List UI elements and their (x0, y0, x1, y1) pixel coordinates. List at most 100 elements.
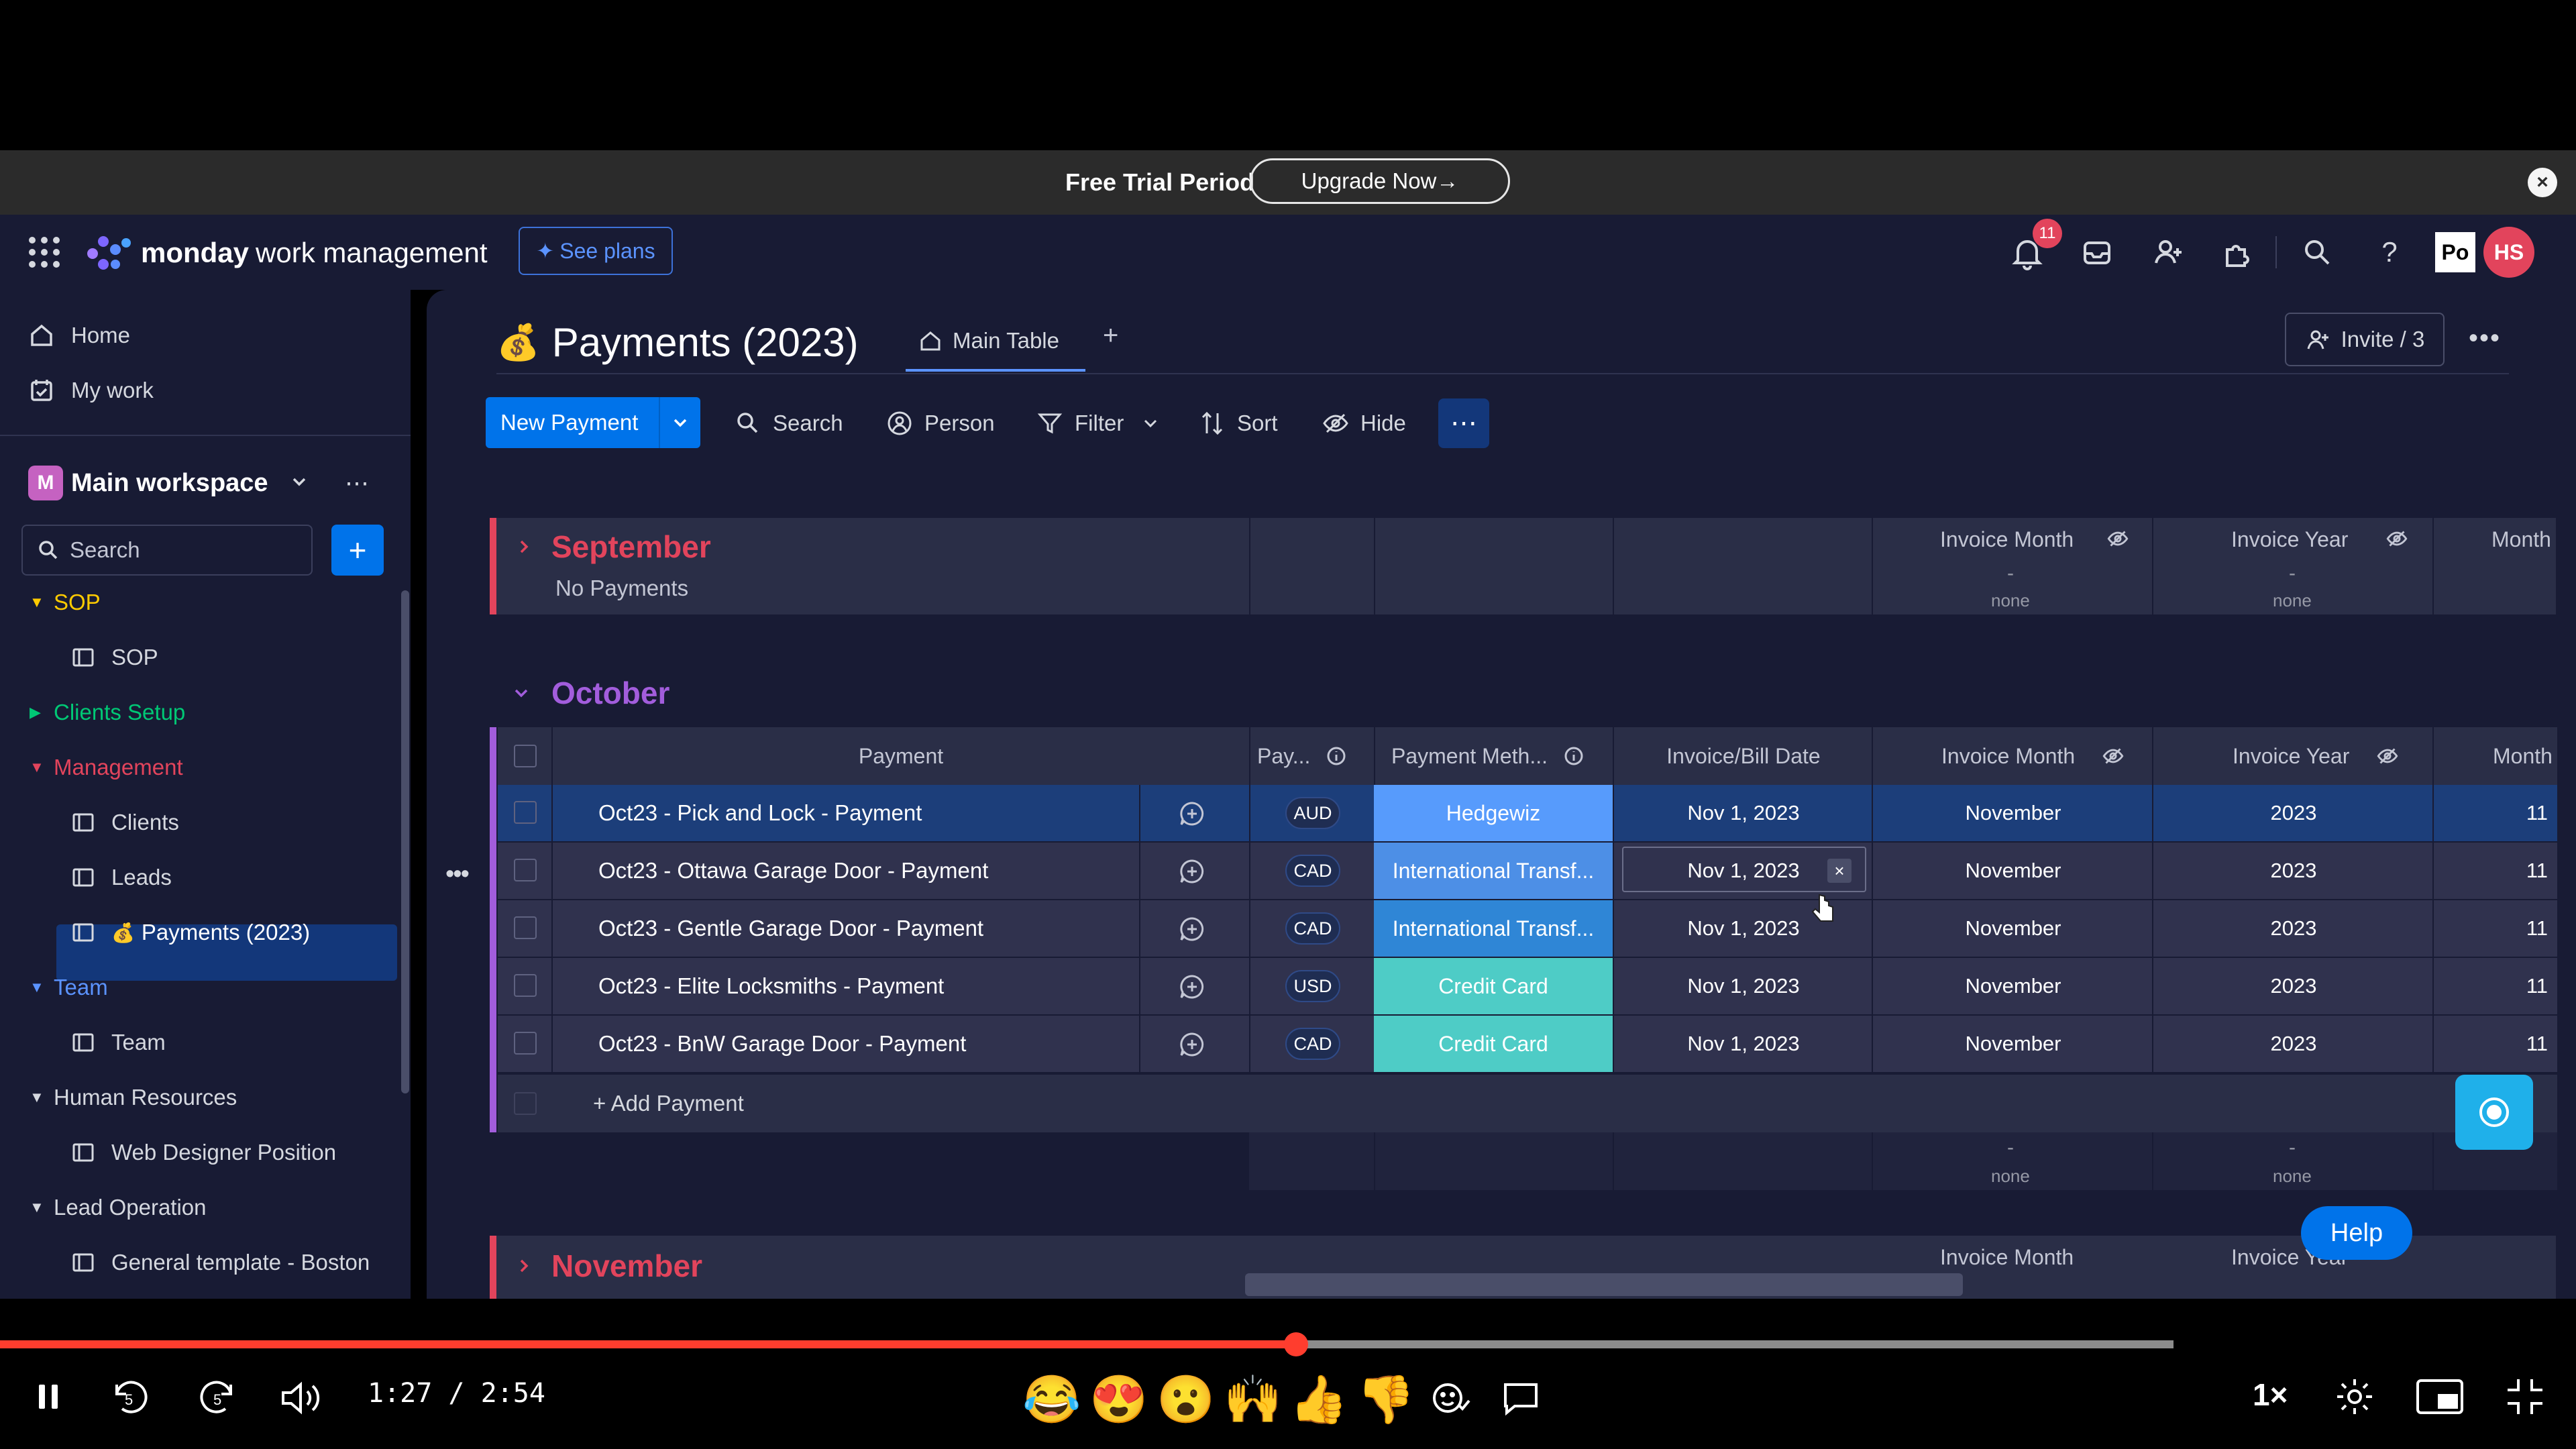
sidebar-item-my-work[interactable]: My work (27, 370, 154, 411)
add-update-icon[interactable] (1178, 1030, 1206, 1059)
add-item-button[interactable]: + (331, 525, 384, 576)
chevron-down-icon[interactable] (1140, 413, 1161, 434)
invoice-year[interactable]: 2023 (2152, 785, 2434, 841)
workspace-name[interactable]: Main workspace (71, 462, 268, 504)
row-checkbox[interactable] (514, 916, 537, 939)
col-header-month[interactable]: Month (2432, 727, 2557, 785)
group-title-november[interactable]: November (551, 1248, 702, 1284)
caret-down-icon[interactable]: ▼ (30, 594, 54, 611)
invoice-month[interactable]: November (1872, 958, 2153, 1014)
sidebar-folder[interactable]: ▼ Lead Operation (30, 1187, 207, 1228)
eye-off-icon[interactable] (2376, 745, 2399, 767)
horizontal-scrollbar[interactable] (1245, 1273, 1963, 1296)
currency-cell[interactable]: CAD (1249, 1016, 1375, 1072)
row-checkbox[interactable] (514, 974, 537, 997)
month-number[interactable]: 11 (2432, 785, 2557, 841)
playback-speed[interactable]: 1× (2253, 1377, 2288, 1413)
emoji-picker-icon[interactable] (1429, 1378, 1470, 1418)
col-header-invoice-month[interactable]: Invoice Month (1940, 527, 2074, 552)
search-icon[interactable] (2296, 231, 2339, 274)
forward-5-icon[interactable]: 5 (193, 1375, 240, 1419)
col-header-invoice-date[interactable]: Invoice/Bill Date (1613, 727, 1873, 785)
add-view-button[interactable]: + (1103, 321, 1118, 351)
group-title-september[interactable]: September (551, 529, 711, 565)
emoji-reaction[interactable]: 😮 (1157, 1373, 1215, 1428)
emoji-reaction[interactable]: 😂 (1022, 1373, 1081, 1428)
sidebar-folder[interactable]: ▼ Management (30, 747, 183, 788)
invite-button[interactable]: Invite / 3 (2285, 313, 2445, 366)
month-number[interactable]: 11 (2432, 843, 2557, 899)
emoji-reaction[interactable]: 👎 (1356, 1373, 1415, 1428)
col-header-invoice-year[interactable]: Invoice Year (2231, 527, 2348, 552)
invoice-year[interactable]: 2023 (2152, 1016, 2434, 1072)
eye-off-icon[interactable] (2102, 745, 2125, 767)
invoice-year[interactable]: 2023 (2152, 958, 2434, 1014)
invoice-month[interactable]: November (1872, 785, 2153, 841)
comment-icon[interactable] (1500, 1378, 1542, 1418)
emoji-reaction[interactable]: 👍 (1289, 1373, 1348, 1428)
col-header-pay[interactable]: Pay... (1249, 727, 1374, 785)
caret-down-icon[interactable]: ▼ (30, 979, 54, 996)
currency-cell[interactable]: USD (1249, 958, 1375, 1014)
month-number[interactable]: 11 (2432, 900, 2557, 957)
help-button[interactable]: Help (2301, 1206, 2412, 1260)
payment-method-status[interactable]: International Transf... (1374, 843, 1613, 899)
help-icon[interactable]: ? (2368, 231, 2411, 274)
chevron-right-icon[interactable] (514, 537, 534, 557)
toolbar-hide-button[interactable]: Hide (1322, 400, 1406, 447)
payment-method-status[interactable]: International Transf... (1374, 900, 1613, 957)
row-checkbox[interactable] (514, 801, 537, 824)
upgrade-now-button[interactable]: Upgrade Now→ (1250, 158, 1510, 204)
payment-method-status[interactable]: Credit Card (1374, 1016, 1613, 1072)
sidebar-board-item[interactable]: General template - Boston (70, 1242, 370, 1283)
sidebar-board-item[interactable]: Team (70, 1022, 166, 1063)
payment-name[interactable]: Oct23 - Ottawa Garage Door - Payment (598, 843, 988, 899)
toolbar-person-button[interactable]: Person (885, 400, 995, 447)
table-row[interactable]: Oct23 - BnW Garage Door - Payment CAD Cred… (498, 1016, 2557, 1073)
volume-icon[interactable] (278, 1378, 325, 1418)
col-header-invoice-month[interactable]: Invoice Month (1940, 1245, 2074, 1270)
table-row[interactable]: Oct23 - Pick and Lock - Payment AUD Hedgew… (498, 785, 2557, 843)
exit-fullscreen-icon[interactable] (2504, 1375, 2546, 1418)
pause-icon[interactable] (34, 1382, 63, 1411)
add-update-icon[interactable] (1178, 800, 1206, 828)
add-payment-input[interactable]: + Add Payment (593, 1091, 744, 1116)
row-checkbox[interactable] (514, 859, 537, 881)
invoice-date[interactable]: Nov 1, 2023 (1613, 958, 1873, 1014)
sidebar-board-item[interactable]: 💰 Payments (2023) (70, 912, 310, 953)
settings-gear-icon[interactable] (2333, 1375, 2376, 1418)
add-update-icon[interactable] (1178, 915, 1206, 943)
sidebar-folder[interactable]: ▼ Human Resources (30, 1077, 237, 1118)
user-avatar[interactable]: HS (2483, 227, 2534, 278)
table-row[interactable]: Oct23 - Elite Locksmiths - Payment USD Cre… (498, 958, 2557, 1016)
integrations-icon[interactable] (2216, 231, 2259, 274)
close-icon[interactable]: × (2528, 168, 2557, 197)
picture-in-picture-icon[interactable] (2415, 1377, 2465, 1417)
sidebar-scrollbar[interactable] (401, 590, 409, 1093)
board-more-icon[interactable]: ••• (2469, 323, 2501, 354)
rewind-5-icon[interactable]: 5 (107, 1375, 154, 1419)
invite-members-icon[interactable] (2147, 231, 2190, 274)
toolbar-sort-button[interactable]: Sort (1198, 400, 1278, 447)
month-number[interactable]: 11 (2432, 1016, 2557, 1072)
emoji-reaction[interactable]: 🙌 (1224, 1373, 1282, 1428)
sidebar-board-item[interactable]: Leads (70, 857, 172, 898)
toolbar-search-button[interactable]: Search (734, 400, 843, 447)
add-update-icon[interactable] (1178, 973, 1206, 1001)
see-plans-button[interactable]: ✦ See plans (519, 227, 673, 275)
payment-method-status[interactable]: Credit Card (1374, 958, 1613, 1014)
sidebar-folder[interactable]: ▼ Team (30, 967, 108, 1008)
payment-name[interactable]: Oct23 - Elite Locksmiths - Payment (598, 958, 944, 1014)
col-header-invoice-month[interactable]: Invoice Month (1872, 727, 2152, 785)
info-icon[interactable] (1562, 745, 1585, 767)
invoice-date[interactable]: Nov 1, 2023 (1613, 785, 1873, 841)
caret-down-icon[interactable]: ▼ (30, 1089, 54, 1106)
payment-method-status[interactable]: Hedgewiz (1374, 785, 1613, 841)
clear-date-icon[interactable]: × (1827, 859, 1851, 883)
sidebar-board-item[interactable]: Web Designer Position (70, 1132, 336, 1173)
select-all-checkbox[interactable] (514, 745, 537, 767)
col-header-invoice-year[interactable]: Invoice Year (2152, 727, 2432, 785)
chevron-right-icon[interactable] (514, 1256, 534, 1276)
row-checkbox[interactable] (514, 1032, 537, 1055)
sidebar-search-input[interactable]: Search (21, 525, 313, 576)
